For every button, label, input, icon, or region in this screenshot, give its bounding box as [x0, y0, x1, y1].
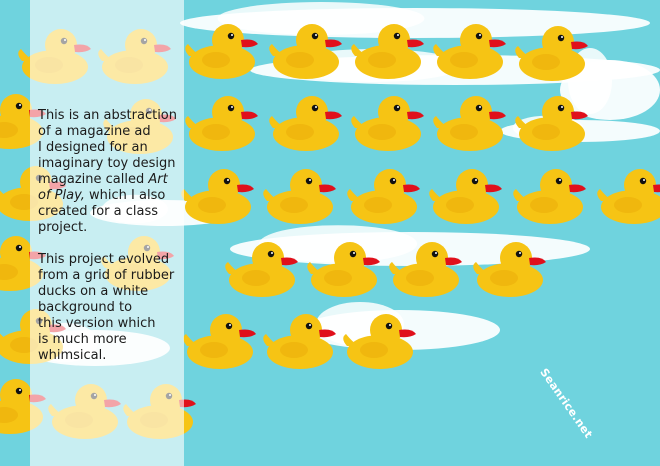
- magazine-title: Art: [148, 172, 168, 187]
- caption-line: background to: [38, 300, 133, 315]
- caption-text: This is an abstraction of a magazine ad …: [38, 108, 196, 380]
- rubber-duck-icon: [513, 169, 586, 224]
- caption-line: of Play, which I also: [38, 188, 196, 204]
- caption-line: I designed for an: [38, 140, 148, 155]
- caption-line: whimsical.: [38, 348, 107, 363]
- caption-line: of a magazine ad: [38, 124, 151, 139]
- rubber-duck-icon: [347, 169, 420, 224]
- rubber-duck-icon: [433, 96, 506, 151]
- caption-line: from a grid of rubber: [38, 268, 175, 283]
- caption-line: this version which: [38, 316, 156, 331]
- caption-line: is much more: [38, 332, 127, 347]
- caption-line: This project evolved: [38, 252, 170, 267]
- caption-line: ducks on a white: [38, 284, 149, 299]
- caption-line: project.: [38, 220, 88, 235]
- magazine-ad-canvas: This is an abstraction of a magazine ad …: [0, 0, 660, 466]
- caption-line: magazine called Art: [38, 172, 196, 188]
- caption-text-run: which I also: [84, 188, 166, 203]
- rubber-duck-icon: [269, 96, 342, 151]
- caption-line: imaginary toy design: [38, 156, 176, 171]
- rubber-duck-icon: [597, 169, 660, 224]
- rubber-duck-icon: [185, 96, 258, 151]
- caption-text-run: magazine called: [38, 172, 149, 187]
- caption-paragraph-2: This project evolved from a grid of rubb…: [38, 252, 196, 364]
- rubber-duck-icon: [263, 169, 336, 224]
- magazine-title: of Play,: [38, 188, 85, 203]
- rubber-duck-icon: [429, 169, 502, 224]
- caption-paragraph-1: This is an abstraction of a magazine ad …: [38, 108, 196, 236]
- rubber-duck-icon: [351, 96, 424, 151]
- caption-line: created for a class: [38, 204, 159, 219]
- caption-line: This is an abstraction: [38, 108, 178, 123]
